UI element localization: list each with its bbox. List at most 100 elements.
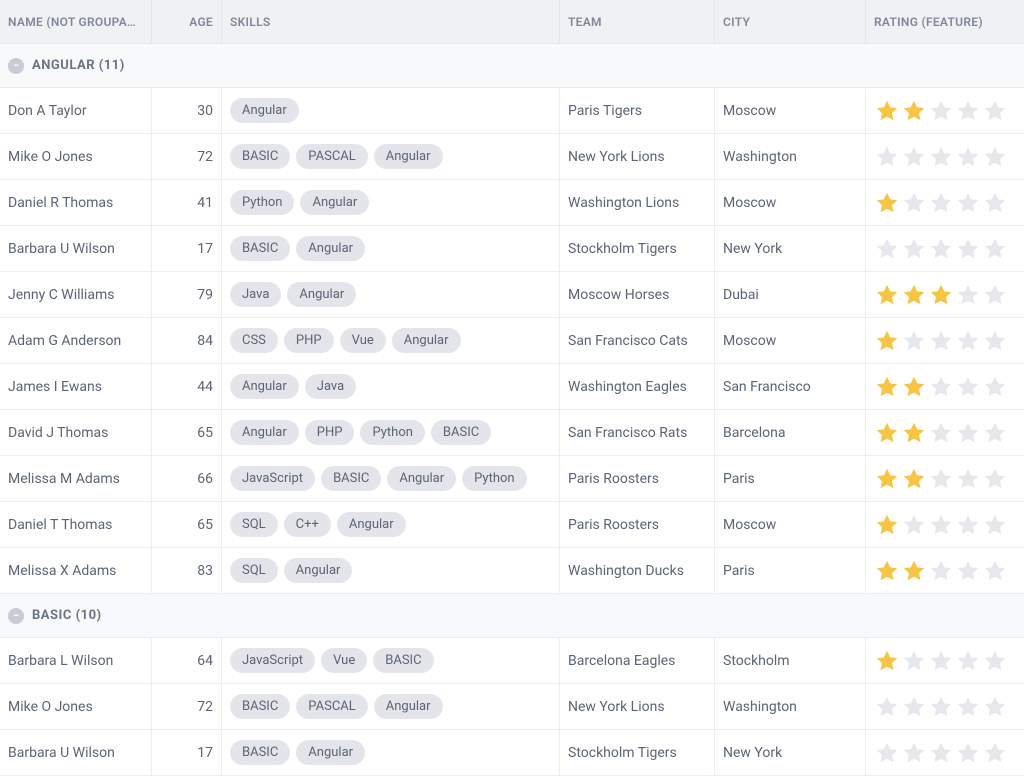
skills-wrap: PythonAngular (230, 190, 369, 215)
star-icon (955, 648, 981, 674)
cell-rating (866, 638, 1024, 683)
cell-name: Daniel T Thomas (0, 502, 152, 547)
table-row[interactable]: David J Thomas65AngularPHPPythonBASICSan… (0, 410, 1024, 456)
rating-stars[interactable] (874, 648, 1008, 674)
cell-skills: JavaScriptBASICAngularPython (222, 456, 560, 501)
cell-skills: BASICAngular (222, 226, 560, 271)
cell-skills: BASICAngular (222, 730, 560, 775)
group-row[interactable]: −ANGULAR (11) (0, 44, 1024, 88)
cell-rating (866, 456, 1024, 501)
table-row[interactable]: Barbara U Wilson17BASICAngularStockholm … (0, 730, 1024, 776)
header-city[interactable]: CITY (715, 0, 866, 43)
skill-tag: PHP (305, 420, 355, 445)
table-row[interactable]: Don A Taylor30AngularParis TigersMoscow (0, 88, 1024, 134)
rating-stars[interactable] (874, 694, 1008, 720)
cell-team: San Francisco Cats (560, 318, 715, 363)
star-icon (901, 282, 927, 308)
rating-stars[interactable] (874, 466, 1008, 492)
cell-city: Moscow (715, 180, 866, 225)
table-row[interactable]: Mike O Jones72BASICPASCALAngularNew York… (0, 684, 1024, 730)
rating-stars[interactable] (874, 512, 1008, 538)
star-icon (874, 420, 900, 446)
rating-stars[interactable] (874, 236, 1008, 262)
header-age[interactable]: AGE (152, 0, 222, 43)
star-icon (928, 282, 954, 308)
rating-stars[interactable] (874, 190, 1008, 216)
star-icon (901, 648, 927, 674)
cell-city: Moscow (715, 88, 866, 133)
cell-age: 66 (152, 456, 222, 501)
cell-age: 17 (152, 730, 222, 775)
cell-city: New York (715, 226, 866, 271)
cell-skills: SQLAngular (222, 548, 560, 593)
skill-tag: Angular (374, 694, 443, 719)
skill-tag: Python (230, 190, 294, 215)
skills-wrap: SQLC++Angular (230, 512, 406, 537)
table-row[interactable]: Jenny C Williams79JavaAngularMoscow Hors… (0, 272, 1024, 318)
rating-stars[interactable] (874, 420, 1008, 446)
cell-name: Barbara L Wilson (0, 638, 152, 683)
table-row[interactable]: Melissa M Adams66JavaScriptBASICAngularP… (0, 456, 1024, 502)
cell-age: 64 (152, 638, 222, 683)
skill-tag: PHP (284, 328, 334, 353)
skill-tag: CSS (230, 328, 278, 353)
table-row[interactable]: Daniel R Thomas41PythonAngularWashington… (0, 180, 1024, 226)
cell-team: New York Lions (560, 684, 715, 729)
cell-skills: JavaAngular (222, 272, 560, 317)
star-icon (955, 282, 981, 308)
cell-team: Stockholm Tigers (560, 730, 715, 775)
rating-stars[interactable] (874, 144, 1008, 170)
star-icon (982, 190, 1008, 216)
star-icon (874, 694, 900, 720)
star-icon (982, 236, 1008, 262)
header-skills[interactable]: SKILLS (222, 0, 560, 43)
star-icon (901, 466, 927, 492)
table-row[interactable]: James I Ewans44AngularJavaWashington Eag… (0, 364, 1024, 410)
star-icon (955, 420, 981, 446)
star-icon (982, 420, 1008, 446)
table-row[interactable]: Daniel T Thomas65SQLC++AngularParis Roos… (0, 502, 1024, 548)
star-icon (901, 98, 927, 124)
skill-tag: Angular (300, 190, 369, 215)
table-row[interactable]: Mike O Jones72BASICPASCALAngularNew York… (0, 134, 1024, 180)
cell-age: 65 (152, 410, 222, 455)
header-name[interactable]: NAME (NOT GROUPA… (0, 0, 152, 43)
star-icon (928, 648, 954, 674)
cell-rating (866, 272, 1024, 317)
star-icon (928, 694, 954, 720)
rating-stars[interactable] (874, 740, 1008, 766)
rating-stars[interactable] (874, 282, 1008, 308)
skills-wrap: BASICAngular (230, 740, 365, 765)
cell-skills: JavaScriptVueBASIC (222, 638, 560, 683)
skill-tag: Java (230, 282, 281, 307)
table-row[interactable]: Adam G Anderson84CSSPHPVueAngularSan Fra… (0, 318, 1024, 364)
rating-stars[interactable] (874, 374, 1008, 400)
cell-name: Daniel R Thomas (0, 180, 152, 225)
cell-rating (866, 548, 1024, 593)
collapse-icon[interactable]: − (8, 608, 24, 624)
rating-stars[interactable] (874, 558, 1008, 584)
group-label: BASIC (10) (32, 608, 102, 623)
table-row[interactable]: Melissa X Adams83SQLAngularWashington Du… (0, 548, 1024, 594)
group-row[interactable]: −BASIC (10) (0, 594, 1024, 638)
table-row[interactable]: Barbara L Wilson64JavaScriptVueBASICBarc… (0, 638, 1024, 684)
star-icon (955, 466, 981, 492)
collapse-icon[interactable]: − (8, 58, 24, 74)
skill-tag: Vue (340, 328, 386, 353)
header-rating[interactable]: RATING (FEATURE) (866, 0, 1024, 43)
star-icon (982, 466, 1008, 492)
star-icon (955, 236, 981, 262)
cell-name: Melissa M Adams (0, 456, 152, 501)
header-team[interactable]: TEAM (560, 0, 715, 43)
star-icon (982, 694, 1008, 720)
cell-skills: AngularPHPPythonBASIC (222, 410, 560, 455)
cell-skills: AngularJava (222, 364, 560, 409)
skill-tag: Angular (374, 144, 443, 169)
star-icon (901, 558, 927, 584)
rating-stars[interactable] (874, 98, 1008, 124)
star-icon (955, 144, 981, 170)
cell-team: San Francisco Rats (560, 410, 715, 455)
star-icon (982, 558, 1008, 584)
rating-stars[interactable] (874, 328, 1008, 354)
table-row[interactable]: Barbara U Wilson17BASICAngularStockholm … (0, 226, 1024, 272)
